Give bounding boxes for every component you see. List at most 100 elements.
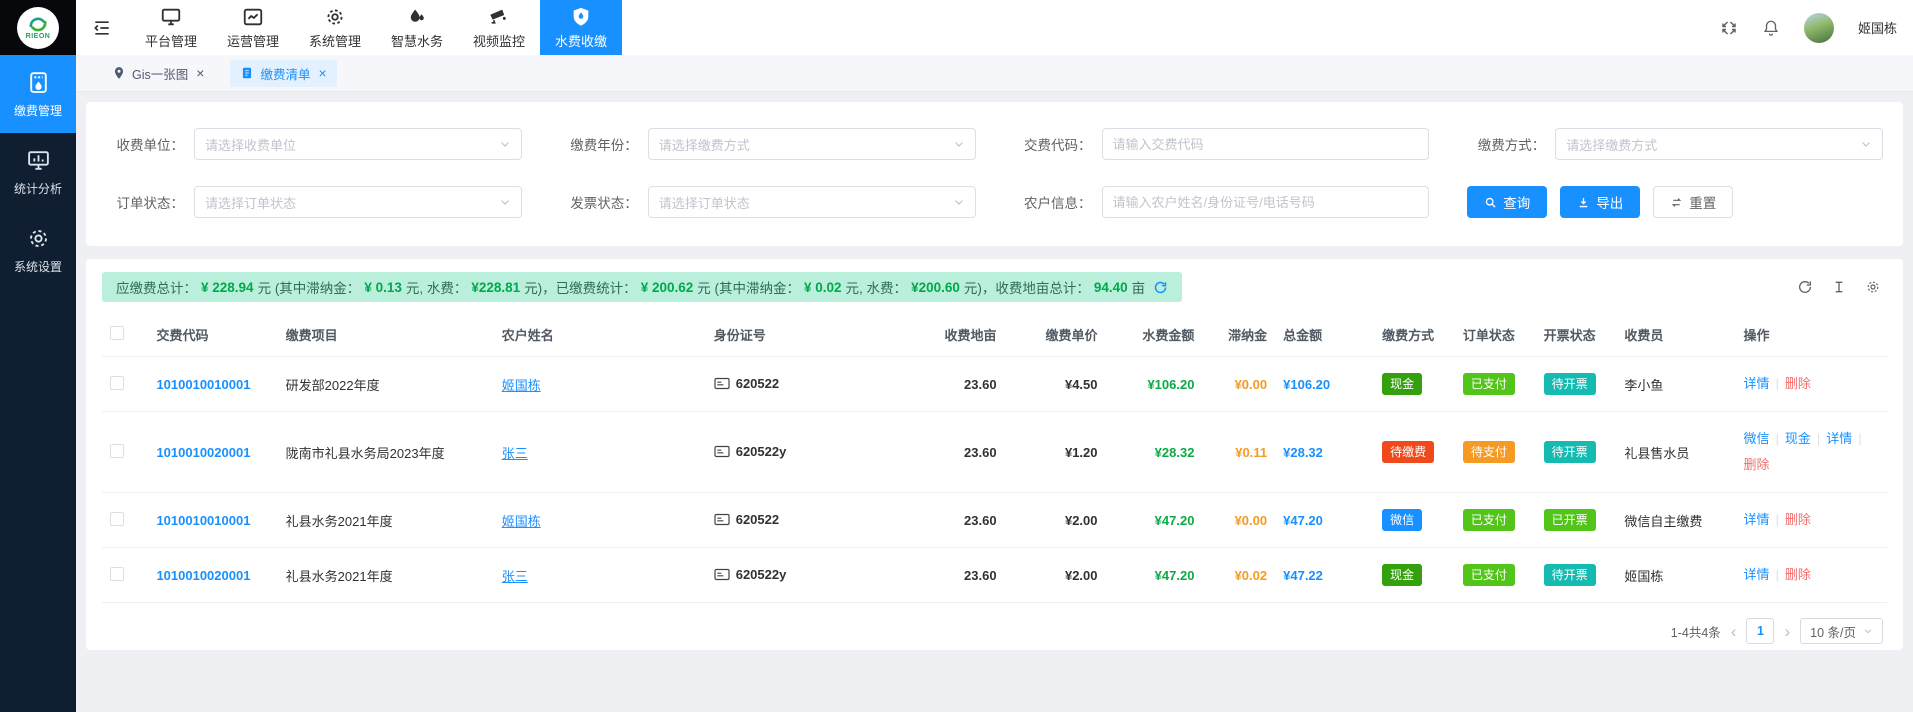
action-separator: |	[1817, 431, 1820, 446]
delete-action-link[interactable]: 删除	[1785, 512, 1811, 527]
farmer-name-link[interactable]: 姬国栋	[502, 514, 541, 529]
cell-actions: 详情|删除	[1735, 548, 1887, 603]
column-header: 收费员	[1616, 315, 1735, 357]
row-checkbox[interactable]	[110, 512, 124, 526]
delete-action-link[interactable]: 删除	[1785, 567, 1811, 582]
cell-late-fee: ¥0.02	[1202, 548, 1275, 603]
id-card-icon	[714, 445, 730, 458]
pagination-next-icon[interactable]: ›	[1784, 623, 1790, 640]
select-all-checkbox[interactable]	[110, 326, 124, 340]
filter-panel: 收费单位： 请选择收费单位 缴费年份： 请选择缴费方式	[86, 102, 1903, 246]
topnav-operations-management[interactable]: 运营管理	[212, 0, 294, 55]
charging-unit-select[interactable]: 请选择收费单位	[194, 128, 522, 160]
topnav-label: 平台管理	[145, 31, 197, 50]
farmer-name-link[interactable]: 张三	[502, 446, 528, 461]
delete-action-link[interactable]: 删除	[1743, 457, 1769, 472]
reset-button[interactable]: 重置	[1653, 186, 1733, 218]
pay-method-badge: 待缴费	[1382, 441, 1434, 464]
farmer-name-link[interactable]: 张三	[502, 569, 528, 584]
topnav-label: 系统管理	[309, 31, 361, 50]
invoice-status-badge: 已开票	[1544, 509, 1596, 532]
cell-late-fee: ¥0.11	[1202, 412, 1275, 493]
tab-gis-map[interactable]: Gis一张图 ×	[102, 60, 214, 87]
export-button[interactable]: 导出	[1560, 186, 1640, 218]
cell-project: 礼县水务2021年度	[278, 548, 494, 603]
topnav-video-monitoring[interactable]: 视频监控	[458, 0, 540, 55]
table-row: 1010010010001礼县水务2021年度姬国栋62052223.60¥2.…	[102, 493, 1887, 548]
column-header: 缴费项目	[278, 315, 494, 357]
row-checkbox[interactable]	[110, 567, 124, 581]
order-status: 已支付	[1455, 548, 1536, 603]
topnav-platform-management[interactable]: 平台管理	[130, 0, 212, 55]
summary-label: 元, 水费：	[846, 277, 908, 297]
farmer-name-link[interactable]: 姬国栋	[502, 378, 541, 393]
refresh-icon[interactable]	[1153, 280, 1168, 295]
cell-late-fee: ¥0.00	[1202, 357, 1275, 412]
action-link[interactable]: 详情	[1743, 512, 1769, 527]
pagination-prev-icon[interactable]: ‹	[1731, 623, 1737, 640]
summary-label: 已缴费统计：	[556, 277, 637, 297]
topnav-water-fee-collection[interactable]: 水费收缴	[540, 0, 622, 55]
action-link[interactable]: 微信	[1743, 431, 1769, 446]
payment-code-link[interactable]: 1010010010001	[156, 377, 250, 392]
sidebar-item-statistics[interactable]: 统计分析	[0, 133, 76, 211]
order-status-select[interactable]: 请选择订单状态	[194, 186, 522, 218]
payment-year-select[interactable]: 请选择缴费方式	[648, 128, 976, 160]
cell-area: 23.60	[926, 493, 1005, 548]
close-icon[interactable]: ×	[318, 66, 326, 80]
cell-unit-price: ¥2.00	[1005, 493, 1106, 548]
topnav-system-management[interactable]: 系统管理	[294, 0, 376, 55]
sidebar-item-system-settings[interactable]: 系统设置	[0, 211, 76, 289]
query-button[interactable]: 查询	[1467, 186, 1547, 218]
menu-collapse-icon[interactable]	[92, 18, 112, 38]
action-link[interactable]: 详情	[1743, 376, 1769, 391]
invoice-status-badge: 待开票	[1544, 373, 1596, 396]
app-logo[interactable]: RIEON	[0, 0, 76, 55]
delete-action-link[interactable]: 删除	[1785, 376, 1811, 391]
column-settings-gear-icon[interactable]	[1865, 279, 1881, 295]
summary-label: 收费地亩总计：	[995, 277, 1090, 297]
column-header: 缴费单价	[1005, 315, 1106, 357]
row-checkbox[interactable]	[110, 444, 124, 458]
cell-area: 23.60	[926, 357, 1005, 412]
cell-total-amount: ¥47.22	[1275, 548, 1374, 603]
filter-order-status: 订单状态： 请选择订单状态	[106, 186, 522, 218]
refresh-icon[interactable]	[1797, 279, 1813, 295]
payment-code-input[interactable]	[1102, 128, 1430, 160]
summary-text: 应缴费总计：¥ 228.94元 (其中滞纳金：¥ 0.13元, 水费：¥228.…	[116, 277, 1145, 297]
payment-code-link[interactable]: 1010010020001	[156, 568, 250, 583]
pagination-page-1[interactable]: 1	[1746, 618, 1774, 644]
cell-total-amount: ¥47.20	[1275, 493, 1374, 548]
gear-icon	[26, 226, 51, 251]
invoice-status-select[interactable]: 请选择订单状态	[648, 186, 976, 218]
farmer-info-input[interactable]	[1102, 186, 1430, 218]
action-link[interactable]: 详情	[1826, 431, 1852, 446]
topnav-smart-water[interactable]: 智慧水务	[376, 0, 458, 55]
page-size-select[interactable]: 10 条/页	[1800, 618, 1883, 644]
density-icon[interactable]	[1831, 279, 1847, 295]
sidebar-item-payment-management[interactable]: 缴费管理	[0, 55, 76, 133]
action-link[interactable]: 现金	[1785, 431, 1811, 446]
payment-code-link[interactable]: 1010010010001	[156, 513, 250, 528]
tab-payment-list[interactable]: 缴费清单 ×	[230, 60, 336, 87]
row-checkbox[interactable]	[110, 376, 124, 390]
cell-checkbox	[102, 357, 148, 412]
payment-method-select[interactable]: 请选择缴费方式	[1555, 128, 1883, 160]
action-link[interactable]: 详情	[1743, 567, 1769, 582]
bell-icon[interactable]	[1762, 19, 1780, 37]
water-drop-icon	[406, 6, 428, 28]
user-avatar[interactable]	[1804, 13, 1834, 43]
close-icon[interactable]: ×	[196, 66, 204, 80]
pagination-total: 1-4共4条	[1671, 622, 1721, 641]
top-menu: 平台管理 运营管理 系统管理 智慧水务 视频监控	[130, 0, 622, 55]
invoice-status: 待开票	[1536, 412, 1617, 493]
topnav-label: 水费收缴	[555, 31, 607, 50]
column-header: 交费代码	[148, 315, 277, 357]
username[interactable]: 姬国栋	[1858, 18, 1897, 37]
fullscreen-icon[interactable]	[1720, 19, 1738, 37]
cell-checkbox	[102, 548, 148, 603]
chevron-down-icon	[953, 196, 965, 208]
summary-value: 94.40	[1094, 280, 1128, 295]
cell-unit-price: ¥4.50	[1005, 357, 1106, 412]
payment-code-link[interactable]: 1010010020001	[156, 445, 250, 460]
